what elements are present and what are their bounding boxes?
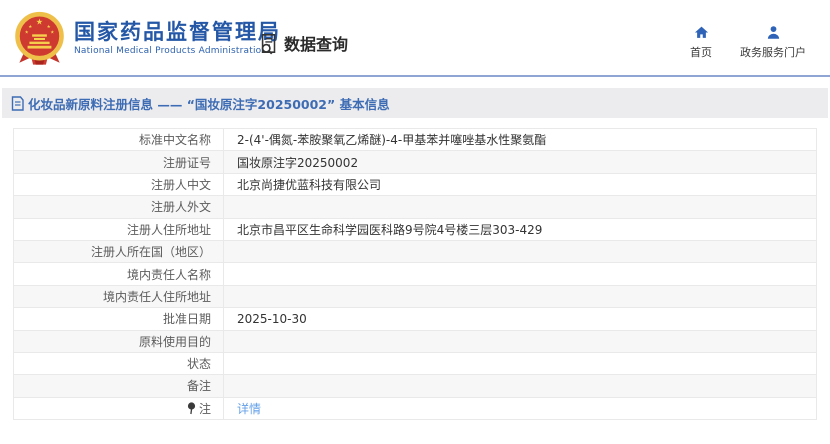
table-row: 标准中文名称 2-(4'-偶氮-苯胺聚氧乙烯醚)-4-甲基苯并噻唑基水性聚氨酯 (14, 129, 817, 151)
national-emblem-icon: ★ ★ ★ ★ ★ (12, 10, 67, 66)
row-label-text: 注册人外文 (151, 200, 211, 214)
row-label: 标准中文名称 (14, 129, 224, 151)
page-title: 化妆品新原料注册信息 —— “国妆原注字20250002” 基本信息 (28, 94, 390, 113)
row-label: 注册人住所地址 (14, 218, 224, 240)
svg-text:★: ★ (47, 24, 51, 30)
row-label: 备注 (14, 375, 224, 397)
table-row: 注册人中文 北京尚捷优蓝科技有限公司 (14, 173, 817, 195)
nav-item-gov-portal-label: 政务服务门户 (740, 44, 806, 60)
row-value (224, 196, 817, 218)
org-name-block: 国家药品监督管理局 National Medical Products Admi… (74, 20, 281, 56)
document-search-icon (258, 32, 280, 55)
page-title-bar: 化妆品新原料注册信息 —— “国妆原注字20250002” 基本信息 (2, 88, 828, 118)
row-label: 注册人所在国（地区） (14, 240, 224, 262)
table-row: 状态 (14, 352, 817, 374)
row-label-text: 批准日期 (163, 312, 211, 326)
header-divider (0, 75, 830, 77)
row-label-text: 注册人中文 (151, 178, 211, 192)
row-value: 详情 (224, 397, 817, 419)
row-label: 原料使用目的 (14, 330, 224, 352)
nav-item-home[interactable]: 首页 (690, 25, 712, 60)
detail-link[interactable]: 详情 (237, 402, 261, 416)
row-label: 注 (14, 397, 224, 419)
row-value: 国妆原注字20250002 (224, 151, 817, 173)
registration-info-table: 标准中文名称 2-(4'-偶氮-苯胺聚氧乙烯醚)-4-甲基苯并噻唑基水性聚氨酯 … (13, 128, 817, 420)
site-logo[interactable]: ★ ★ ★ ★ ★ 国家药品监督管理局 National Medical Pro… (12, 10, 281, 66)
header-nav: 首页 政务服务门户 (690, 25, 806, 60)
row-label: 批准日期 (14, 308, 224, 330)
row-value: 2-(4'-偶氮-苯胺聚氧乙烯醚)-4-甲基苯并噻唑基水性聚氨酯 (224, 129, 817, 151)
table-row: 批准日期 2025-10-30 (14, 308, 817, 330)
table-row: 注册证号 国妆原注字20250002 (14, 151, 817, 173)
row-value (224, 263, 817, 285)
table-row: 注册人住所地址 北京市昌平区生命科学园医科路9号院4号楼三层303-429 (14, 218, 817, 240)
row-label: 境内责任人住所地址 (14, 285, 224, 307)
row-value: 北京尚捷优蓝科技有限公司 (224, 173, 817, 195)
org-name-en: National Medical Products Administration (74, 46, 281, 56)
row-label-text: 标准中文名称 (139, 133, 211, 147)
svg-text:★: ★ (36, 16, 43, 26)
svg-text:★: ★ (28, 24, 32, 30)
info-table-body: 标准中文名称 2-(4'-偶氮-苯胺聚氧乙烯醚)-4-甲基苯并噻唑基水性聚氨酯 … (14, 129, 817, 420)
page: ★ ★ ★ ★ ★ 国家药品监督管理局 National Medical Pro… (0, 0, 830, 444)
org-name-cn: 国家药品监督管理局 (74, 20, 281, 44)
table-row: 原料使用目的 (14, 330, 817, 352)
row-value: 北京市昌平区生命科学园医科路9号院4号楼三层303-429 (224, 218, 817, 240)
table-row: 备注 (14, 375, 817, 397)
row-value (224, 352, 817, 374)
row-label-text: 原料使用目的 (139, 335, 211, 349)
row-label-text: 境内责任人名称 (127, 268, 211, 282)
row-label-text: 注 (199, 402, 211, 416)
table-row: 境内责任人名称 (14, 263, 817, 285)
table-row: 境内责任人住所地址 (14, 285, 817, 307)
svg-text:★: ★ (50, 29, 54, 35)
row-label-text: 境内责任人住所地址 (103, 290, 211, 304)
data-query-label: 数据查询 (284, 31, 348, 55)
svg-text:★: ★ (25, 29, 29, 35)
row-label: 注册人中文 (14, 173, 224, 195)
table-row: 注册人所在国（地区） (14, 240, 817, 262)
row-label: 境内责任人名称 (14, 263, 224, 285)
row-value (224, 375, 817, 397)
table-row: 注册人外文 (14, 196, 817, 218)
user-icon (766, 25, 781, 40)
row-label: 注册证号 (14, 151, 224, 173)
row-value (224, 240, 817, 262)
data-query-nav[interactable]: 数据查询 (258, 31, 348, 55)
row-value (224, 330, 817, 352)
table-row: 注 详情 (14, 397, 817, 419)
row-value (224, 285, 817, 307)
row-label-text: 备注 (187, 379, 211, 393)
row-label-text: 注册证号 (163, 156, 211, 170)
row-label-text: 状态 (187, 357, 211, 371)
row-value: 2025-10-30 (224, 308, 817, 330)
row-label: 状态 (14, 352, 224, 374)
row-label: 注册人外文 (14, 196, 224, 218)
header: ★ ★ ★ ★ ★ 国家药品监督管理局 National Medical Pro… (0, 0, 830, 75)
pin-icon (187, 402, 199, 416)
document-icon (11, 96, 28, 111)
row-label-text: 注册人所在国（地区） (91, 245, 211, 259)
nav-item-gov-portal[interactable]: 政务服务门户 (740, 25, 806, 60)
nav-item-home-label: 首页 (690, 44, 712, 60)
home-icon (694, 25, 709, 40)
row-label-text: 注册人住所地址 (127, 223, 211, 237)
